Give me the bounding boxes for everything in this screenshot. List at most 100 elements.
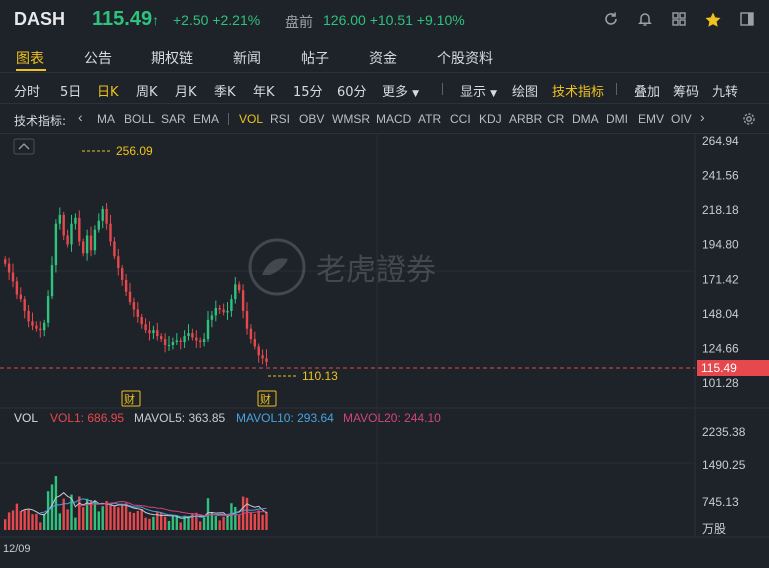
indicator-cci[interactable]: CCI <box>450 112 471 126</box>
candle-body <box>85 235 89 254</box>
ticker-symbol: DASH <box>14 9 66 29</box>
tab-options[interactable]: 期权链 <box>151 48 193 68</box>
collapse-button[interactable] <box>13 138 35 155</box>
quote-header: DASH 115.49↑ +2.50 +2.21% 盘前 126.00 +10.… <box>0 0 769 42</box>
volume-bar <box>148 518 151 530</box>
period-intraday[interactable]: 分时 <box>14 81 40 100</box>
candle-body <box>4 259 7 264</box>
candle-body <box>175 340 178 343</box>
candle-body <box>171 342 175 345</box>
display-menu[interactable]: 显示 ▼ <box>460 81 497 100</box>
candle-body <box>230 299 233 311</box>
period-quarterly[interactable]: 季K <box>214 81 236 100</box>
period-more[interactable]: 更多 ▼ <box>382 81 419 100</box>
refresh-icon[interactable] <box>602 11 620 29</box>
tab-news[interactable]: 新闻 <box>233 48 261 68</box>
chart-area[interactable]: 老虎證券 264.94 241.56 218.18 194.80 171.42 148.0… <box>0 133 769 564</box>
volume-bar <box>78 496 81 530</box>
overlay-tool[interactable]: 叠加 <box>634 81 660 100</box>
volume-bar <box>15 503 19 530</box>
volume-bar <box>54 476 58 530</box>
indicator-boll[interactable]: BOLL <box>124 112 155 126</box>
candle-body <box>27 310 30 322</box>
indicator-oiv[interactable]: OIV <box>671 112 692 126</box>
indicator-arbr[interactable]: ARBR <box>509 112 542 126</box>
panel-icon[interactable] <box>738 11 756 29</box>
watermark-logo-icon <box>248 238 306 296</box>
period-5day[interactable]: 5日 <box>60 81 81 100</box>
td-sequential-tool[interactable]: 九转 <box>712 81 738 100</box>
price-axis-label: 101.28 <box>702 376 739 390</box>
period-weekly[interactable]: 周K <box>136 81 158 100</box>
indicator-obv[interactable]: OBV <box>299 112 324 126</box>
price-axis-label: 171.42 <box>702 272 739 286</box>
indicator-dmi[interactable]: DMI <box>606 112 628 126</box>
indicator-rsi[interactable]: RSI <box>270 112 290 126</box>
chips-tool[interactable]: 筹码 <box>673 81 699 100</box>
volume-bar <box>222 516 225 530</box>
candle-body <box>179 340 182 343</box>
indicator-toggle[interactable]: 技术指标 <box>552 81 604 100</box>
candle-body <box>222 309 225 313</box>
indicator-ma[interactable]: MA <box>97 112 115 126</box>
caret-down-icon: ▼ <box>412 89 420 99</box>
indicator-wmsr[interactable]: WMSR <box>332 112 370 126</box>
volume-bar <box>109 504 112 530</box>
indicator-sar[interactable]: SAR <box>161 112 186 126</box>
tab-posts[interactable]: 帖子 <box>301 48 329 68</box>
volume-bar <box>253 514 256 530</box>
indicator-macd[interactable]: MACD <box>376 112 411 126</box>
svg-text:财: 财 <box>124 392 135 406</box>
candle-body <box>54 223 58 266</box>
indicator-cr[interactable]: CR <box>547 112 564 126</box>
draw-tool[interactable]: 绘图 <box>512 81 538 100</box>
grid-icon[interactable] <box>670 11 688 29</box>
volume-bar <box>43 514 46 530</box>
volume-bar <box>121 505 124 530</box>
indicator-atr[interactable]: ATR <box>418 112 441 126</box>
volume-bar <box>152 516 155 530</box>
volume-bar <box>93 500 97 530</box>
date-label: 12/09 <box>3 543 31 555</box>
candle-body <box>199 340 202 343</box>
candle-body <box>245 310 249 329</box>
bell-icon[interactable] <box>636 11 654 29</box>
tab-capital[interactable]: 资金 <box>369 48 397 68</box>
candle-body <box>39 328 42 331</box>
indicator-emv[interactable]: EMV <box>638 112 664 126</box>
period-15min[interactable]: 15分 <box>293 81 323 100</box>
kline-chart[interactable]: 老虎證券 264.94 241.56 218.18 194.80 171.42 148.0… <box>0 133 769 564</box>
chevron-left-icon[interactable]: ‹ <box>78 109 83 125</box>
tab-announcements[interactable]: 公告 <box>84 48 112 68</box>
period-monthly[interactable]: 月K <box>175 81 197 100</box>
candle-body <box>140 316 143 325</box>
settings-gear-icon[interactable] <box>742 111 756 130</box>
volume-bar <box>214 516 217 530</box>
star-icon[interactable] <box>704 11 722 29</box>
indicator-vol[interactable]: VOL <box>239 112 263 126</box>
watermark-text: 老虎證券 <box>316 253 436 288</box>
tab-profile[interactable]: 个股资料 <box>437 48 493 68</box>
period-60min[interactable]: 60分 <box>337 81 367 100</box>
candle-body <box>62 214 65 236</box>
period-yearly[interactable]: 年K <box>253 81 275 100</box>
volume-bar <box>187 516 190 530</box>
indicator-dma[interactable]: DMA <box>572 112 599 126</box>
mavol20-value: MAVOL20: 244.10 <box>343 411 441 425</box>
earnings-marker[interactable]: 财 <box>121 390 141 407</box>
indicator-kdj[interactable]: KDJ <box>479 112 502 126</box>
svg-text:财: 财 <box>260 392 271 406</box>
tab-chart[interactable]: 图表 <box>16 48 44 68</box>
indicator-bar: 技术指标: ‹ MA BOLL SAR EMA VOL RSI OBV WMSR… <box>0 104 769 134</box>
candle-body <box>265 358 268 362</box>
candle-body <box>214 308 217 316</box>
period-daily[interactable]: 日K <box>97 81 119 100</box>
chevron-right-icon[interactable]: › <box>700 109 705 125</box>
candle-body <box>66 235 69 245</box>
earnings-marker[interactable]: 财 <box>257 390 277 407</box>
indicator-ema[interactable]: EMA <box>193 112 219 126</box>
candle-body <box>11 272 15 282</box>
mavol10-value: MAVOL10: 293.64 <box>236 411 334 425</box>
volume-bar <box>226 516 229 530</box>
volume-bar <box>101 506 104 530</box>
